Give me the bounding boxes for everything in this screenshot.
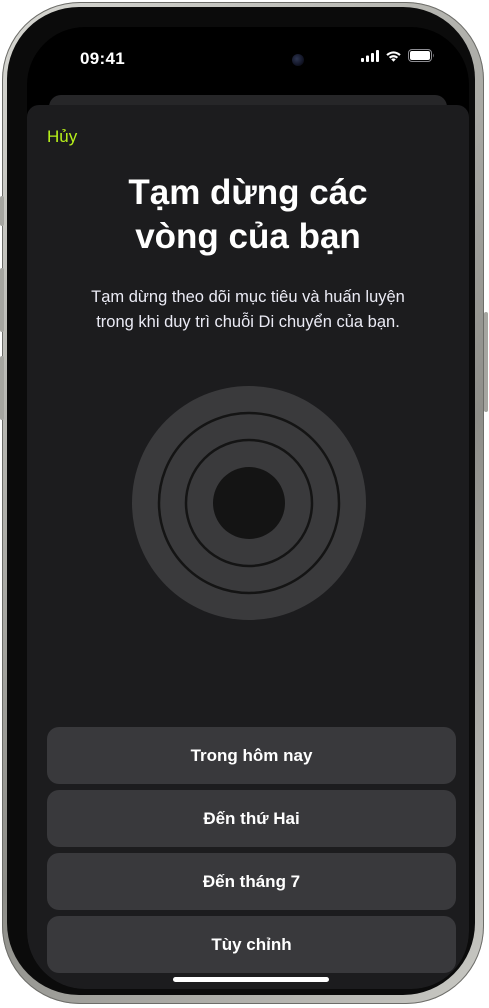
- volume-up-button: [0, 268, 4, 332]
- pause-until-july-button[interactable]: Đến tháng 7: [47, 853, 456, 910]
- page-title: Tạm dừng các vòng của bạn: [67, 171, 429, 259]
- cellular-signal-icon: [361, 49, 379, 67]
- side-button: [484, 312, 488, 412]
- home-indicator[interactable]: [173, 977, 329, 982]
- front-camera: [292, 54, 304, 66]
- description-line-1: Tạm dừng theo dõi mục tiêu và huấn luyện: [91, 288, 405, 306]
- status-bar-icons: [361, 49, 435, 67]
- dynamic-island: [190, 44, 308, 76]
- battery-icon: [408, 49, 435, 67]
- title-line-1: Tạm dừng các: [128, 173, 368, 212]
- pause-today-button[interactable]: Trong hôm nay: [47, 727, 456, 784]
- pause-until-monday-button[interactable]: Đến thứ Hai: [47, 790, 456, 847]
- wifi-icon: [385, 49, 402, 67]
- cancel-button[interactable]: Hủy: [47, 127, 77, 147]
- description-line-2: trong khi duy trì chuỗi Di chuyển của bạ…: [96, 313, 400, 331]
- pause-custom-button[interactable]: Tùy chỉnh: [47, 916, 456, 973]
- pause-options: Trong hôm nay Đến thứ Hai Đến tháng 7 Tù…: [47, 727, 456, 979]
- activity-rings-icon: [131, 385, 367, 621]
- status-bar-time: 09:41: [80, 49, 125, 68]
- screen: 09:41 Hủy Tạm dừng các vòng của bạn Tạm …: [27, 27, 469, 989]
- volume-down-button: [0, 356, 4, 420]
- title-line-2: vòng của bạn: [135, 217, 361, 256]
- action-button: [0, 196, 4, 226]
- phone-bezel: 09:41 Hủy Tạm dừng các vòng của bạn Tạm …: [7, 7, 475, 995]
- page-description: Tạm dừng theo dõi mục tiêu và huấn luyện…: [53, 285, 443, 335]
- pause-rings-sheet: Hủy Tạm dừng các vòng của bạn Tạm dừng t…: [27, 105, 469, 989]
